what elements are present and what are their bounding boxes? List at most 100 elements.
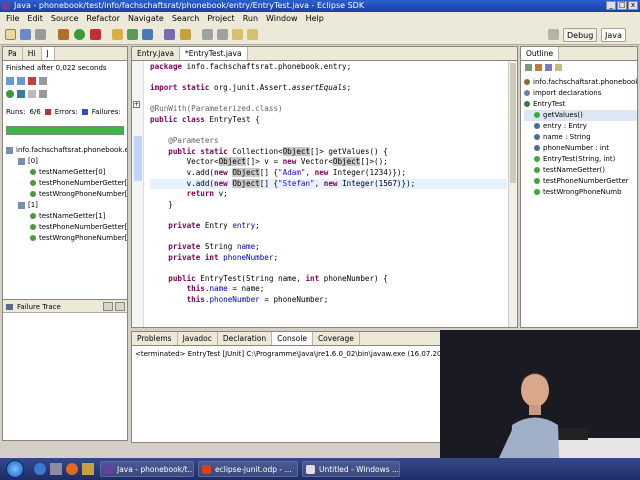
open-perspective-icon[interactable] <box>548 29 559 40</box>
new-java-project-icon[interactable] <box>112 29 123 40</box>
forward-icon[interactable] <box>247 29 258 40</box>
back-icon[interactable] <box>232 29 243 40</box>
menu-help[interactable]: Help <box>306 12 324 25</box>
search-icon[interactable] <box>180 29 191 40</box>
menu-run[interactable]: Run <box>243 12 258 25</box>
code-line[interactable] <box>150 126 507 137</box>
code-line[interactable] <box>150 73 507 84</box>
tab-entrytest-java[interactable]: *EntryTest.java <box>179 47 248 60</box>
open-type-icon[interactable] <box>164 29 175 40</box>
stop-icon[interactable] <box>28 90 36 98</box>
code-line[interactable]: public class EntryTest { <box>150 115 507 126</box>
fold-toggle-icon[interactable]: + <box>133 101 140 108</box>
quicklaunch-ie-icon[interactable] <box>34 463 46 475</box>
taskbar-item-impress[interactable]: eclipse-junit.odp - ... <box>198 461 298 477</box>
outline-item[interactable]: info.fachschaftsrat.phonebook <box>524 77 637 88</box>
tab-outline[interactable]: Outline <box>521 47 560 60</box>
scroll-lock-icon[interactable] <box>39 77 47 85</box>
code-line[interactable]: this.name = name; <box>150 284 507 295</box>
filter-stack-icon[interactable] <box>115 302 125 311</box>
maximize-button[interactable]: □ <box>617 1 627 10</box>
code-line[interactable] <box>150 94 507 105</box>
menu-search[interactable]: Search <box>172 12 199 25</box>
close-button[interactable]: x <box>628 1 638 10</box>
outline-item[interactable]: import declarations <box>524 88 637 99</box>
test-case-item[interactable]: testNameGetter[0] <box>6 167 127 178</box>
hide-fields-icon[interactable] <box>535 64 542 71</box>
tab-console[interactable]: Console <box>272 332 313 345</box>
outline-item[interactable]: EntryTest <box>524 99 637 110</box>
menu-project[interactable]: Project <box>207 12 234 25</box>
taskbar-item-eclipse[interactable]: Java - phonebook/t... <box>100 461 194 477</box>
tab-coverage[interactable]: Coverage <box>313 332 360 345</box>
code-area[interactable]: package info.fachschaftsrat.phonebook.en… <box>150 62 507 306</box>
sort-icon[interactable] <box>525 64 532 71</box>
code-line[interactable]: this.phoneNumber = phoneNumber; <box>150 295 507 306</box>
test-group-item[interactable]: [1] <box>6 200 127 211</box>
code-line[interactable] <box>150 210 507 221</box>
minimize-button[interactable]: _ <box>606 1 616 10</box>
previous-failure-icon[interactable] <box>17 77 25 85</box>
rerun-failed-icon[interactable] <box>17 90 25 98</box>
start-button[interactable] <box>6 460 24 478</box>
hide-static-icon[interactable] <box>545 64 552 71</box>
code-line[interactable]: Vector<Object[]> v = new Vector<Object[]… <box>150 157 507 168</box>
outline-item[interactable]: testPhoneNumberGetter <box>524 176 637 187</box>
scrollbar-thumb[interactable] <box>510 63 516 183</box>
tab-package-explorer[interactable]: Pa <box>3 47 23 60</box>
tab-problems[interactable]: Problems <box>132 332 178 345</box>
code-line[interactable] <box>150 263 507 274</box>
code-line[interactable]: private int phoneNumber; <box>150 253 507 264</box>
code-line[interactable] <box>150 232 507 243</box>
previous-annotation-icon[interactable] <box>217 29 228 40</box>
code-line[interactable]: } <box>150 200 507 211</box>
menu-refactor[interactable]: Refactor <box>86 12 120 25</box>
outline-item[interactable]: name : String <box>524 132 637 143</box>
run-icon[interactable] <box>74 29 85 40</box>
show-failures-only-icon[interactable] <box>28 77 36 85</box>
perspective-java[interactable]: Java <box>601 28 626 42</box>
outline-item[interactable]: phoneNumber : int <box>524 143 637 154</box>
test-case-item[interactable]: testPhoneNumberGetter[1] <box>6 222 127 233</box>
menu-edit[interactable]: Edit <box>27 12 43 25</box>
taskbar-item-untitled[interactable]: Untitled - Windows ... <box>302 461 400 477</box>
quicklaunch-desktop-icon[interactable] <box>50 463 62 475</box>
next-annotation-icon[interactable] <box>202 29 213 40</box>
code-line[interactable]: import static org.junit.Assert.assertEqu… <box>150 83 507 94</box>
code-line[interactable]: package info.fachschaftsrat.phonebook.en… <box>150 62 507 73</box>
menu-window[interactable]: Window <box>266 12 298 25</box>
history-icon[interactable] <box>39 90 47 98</box>
test-case-item[interactable]: testPhoneNumberGetter[0] <box>6 178 127 189</box>
test-case-item[interactable]: testNameGetter[1] <box>6 211 127 222</box>
editor-vertical-scrollbar[interactable] <box>508 61 517 327</box>
outline-item[interactable]: EntryTest(String, int) <box>524 154 637 165</box>
new-class-icon[interactable] <box>142 29 153 40</box>
code-line[interactable]: public EntryTest(String name, int phoneN… <box>150 274 507 285</box>
test-group-item[interactable]: [0] <box>6 156 127 167</box>
tab-entry-java[interactable]: Entry.java <box>132 47 180 60</box>
outline-item[interactable]: entry : Entry <box>524 121 637 132</box>
tab-junit[interactable]: J <box>41 47 55 60</box>
outline-item[interactable]: getValues() <box>524 110 637 121</box>
external-tools-icon[interactable] <box>90 29 101 40</box>
outline-item[interactable]: testNameGetter() <box>524 165 637 176</box>
print-icon[interactable] <box>35 29 46 40</box>
hide-nonpublic-icon[interactable] <box>555 64 562 71</box>
perspective-debug[interactable]: Debug <box>563 28 598 42</box>
next-failure-icon[interactable] <box>6 77 14 85</box>
rerun-icon[interactable] <box>6 90 14 98</box>
code-line[interactable]: private String name; <box>150 242 507 253</box>
quicklaunch-folder-icon[interactable] <box>82 463 94 475</box>
test-suite-item[interactable]: info.fachschaftsrat.phonebook.entry <box>6 145 127 156</box>
compare-results-icon[interactable] <box>103 302 113 311</box>
test-case-item[interactable]: testWrongPhoneNumber[1] <box>6 233 127 244</box>
tab-declaration[interactable]: Declaration <box>218 332 273 345</box>
save-icon[interactable] <box>20 29 31 40</box>
tab-javadoc[interactable]: Javadoc <box>178 332 218 345</box>
code-line[interactable]: v.add(new Object[] {"Stefan", new Intege… <box>150 178 507 190</box>
new-package-icon[interactable] <box>127 29 138 40</box>
code-line[interactable]: return v; <box>150 189 507 200</box>
test-case-item[interactable]: testWrongPhoneNumber[0] <box>6 189 127 200</box>
outline-item[interactable]: testWrongPhoneNumb <box>524 187 637 198</box>
code-line[interactable]: v.add(new Object[] {"Adam", new Integer(… <box>150 167 507 179</box>
